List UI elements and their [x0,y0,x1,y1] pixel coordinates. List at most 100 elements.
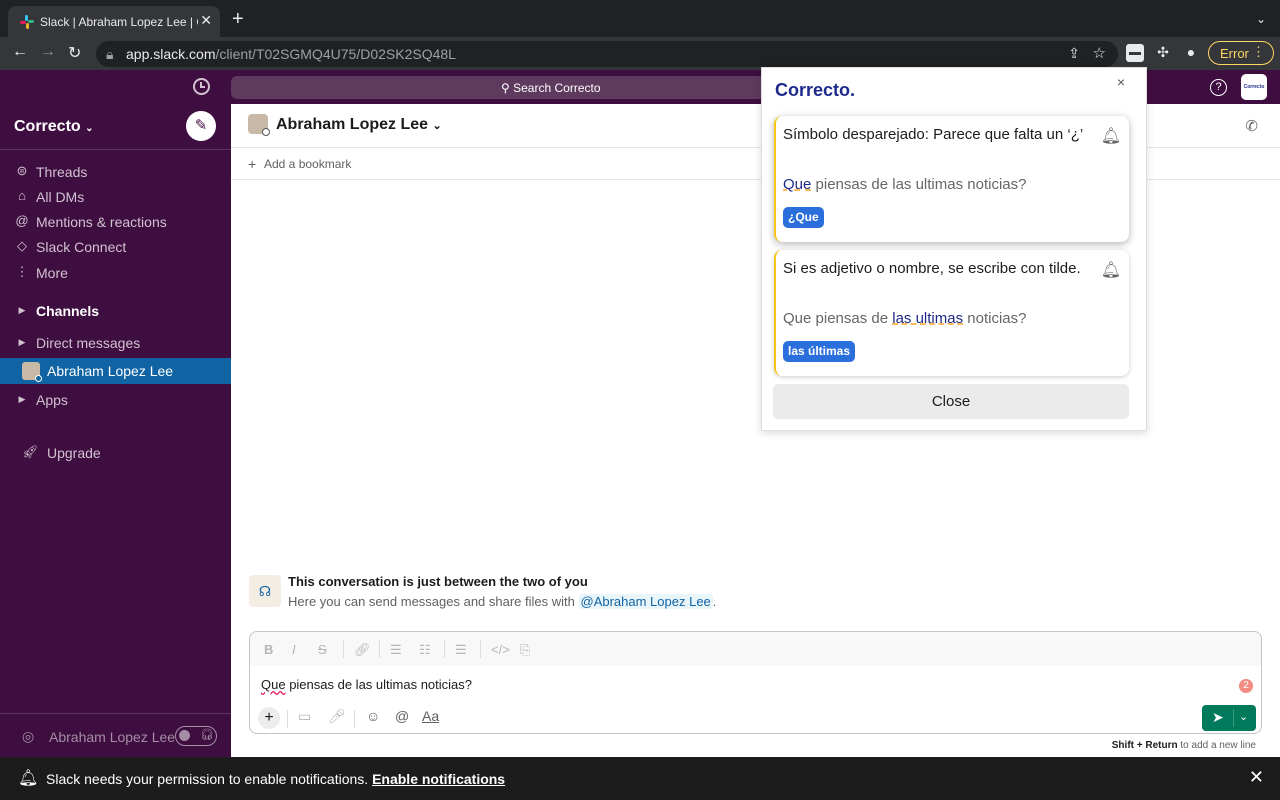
workspace-avatar[interactable]: Correcto [1241,74,1267,100]
notification-banner: 🔔︎ Slack needs your permission to enable… [0,757,1280,800]
tab-search-chevron-icon[interactable]: ⌄ [1256,12,1266,26]
sidebar-item-more[interactable]: ⋮ More [0,261,231,285]
link-icon[interactable]: 🔗︎ [354,642,371,658]
strikethrough-icon[interactable]: S [318,642,327,657]
reload-icon[interactable]: ↻ [68,43,81,63]
more-icon: ⋮ [15,264,29,279]
error-status-button[interactable]: Error ⋮ [1208,41,1274,65]
suggestion-card: Si es adjetivo o nombre, se escribe con … [774,250,1129,376]
notification-text: Slack needs your permission to enable no… [46,771,506,787]
bulleted-list-icon[interactable]: ☷ [419,642,431,658]
sidebar-section-channels[interactable]: ▶ Channels [0,299,231,323]
conversation-intro-text: Here you can send messages and share fil… [288,594,717,609]
caret-right-icon: ▶ [18,394,26,404]
sidebar-item-slack-connect[interactable]: ◇ Slack Connect [0,235,231,259]
close-button[interactable]: Close [773,384,1129,419]
microphone-icon[interactable]: 🎤︎ [328,708,346,725]
tab-title: Slack | Abraham Lopez Lee | Correcto [40,15,198,29]
formatting-toolbar: B I S 🔗︎ ☰ ☷ ☰ </> ⎘ [250,632,1261,666]
bell-icon[interactable]: 🔔︎ [1101,260,1121,280]
enable-notifications-link[interactable]: Enable notifications [372,771,505,787]
sidebar-footer: ◎ Abraham Lopez Lee 🎧︎ [0,713,231,757]
toggle-knob [179,730,190,741]
presence-icon [262,128,270,136]
code-icon[interactable]: </> [491,642,510,657]
caret-right-icon: ▶ [18,305,26,315]
suggestion-title: Símbolo desparejado: Parece que falta un… [783,126,1084,143]
schedule-chevron-icon[interactable]: ⌄ [1239,710,1248,723]
plus-icon: + [248,156,257,172]
close-icon[interactable]: ✕ [1249,767,1264,788]
message-input[interactable]: Que piensas de las ultimas noticias? [261,677,472,692]
caret-down-icon: ▶ [18,337,26,347]
blockquote-icon[interactable]: ☰ [455,642,467,658]
sidebar-item-upgrade[interactable]: 🚀︎ Upgrade [0,441,231,465]
threads-icon: ⊜ [16,163,28,178]
correcto-logo: Correcto. [775,80,856,100]
bell-icon: 🔔︎ [18,770,39,787]
suggestion-context: Que piensas de las ultimas noticias? [783,310,1027,327]
browser-tab-bar: Slack | Abraham Lopez Lee | Correcto ✕ +… [0,0,1280,37]
phone-icon[interactable]: ✆ [1245,117,1258,135]
composer-hint: Shift + Return to add a new line [1111,740,1256,751]
presence-icon [35,375,42,382]
video-clip-icon[interactable]: ▭ [298,708,311,725]
extensions-puzzle-icon[interactable]: ✣ [1154,44,1172,62]
sidebar: Correcto ⌄ ✎ ⊜ Threads ⌂ All DMs @ Menti… [0,104,231,757]
send-button[interactable]: ➤ ⌄ [1202,705,1256,731]
italic-icon[interactable]: I [292,642,296,657]
attach-plus-button[interactable]: + [258,707,280,729]
mention-icon[interactable]: @ [395,708,409,724]
sidebar-item-all-dms[interactable]: ⌂ All DMs [0,185,231,209]
forward-arrow-icon[interactable]: → [40,43,56,61]
correcto-error-count-badge[interactable]: 2 [1239,679,1253,693]
connect-icon: ◇ [17,238,27,253]
browser-tab[interactable]: Slack | Abraham Lopez Lee | Correcto ✕ [8,6,220,37]
apply-suggestion-button[interactable]: ¿Que [783,207,824,228]
slack-logo-icon [20,15,34,29]
mention-icon: @ [15,213,29,228]
divider [0,149,231,150]
close-icon[interactable]: × [1117,74,1125,90]
history-clock-icon[interactable] [193,78,210,95]
suggestion-title: Si es adjetivo o nombre, se escribe con … [783,260,1081,277]
apply-suggestion-button[interactable]: las últimas [783,341,856,362]
huddle-toggle[interactable]: 🎧︎ [175,726,217,746]
sidebar-item-mentions[interactable]: @ Mentions & reactions [0,210,231,234]
address-bar[interactable]: 🔒︎ app.slack.com/client/T02SGMQ4U75/D02S… [96,41,1118,67]
correcto-extension-icon[interactable] [1126,44,1144,62]
sidebar-section-direct-messages[interactable]: ▶ Direct messages [0,331,231,355]
workspace-name[interactable]: Correcto ⌄ [14,118,94,136]
bold-icon[interactable]: B [264,642,273,657]
conversation-intro-icon: ☊ [249,575,281,607]
compose-button[interactable]: ✎ [186,111,216,141]
formatting-toggle-icon[interactable]: Aa [422,708,439,724]
sidebar-item-dm-abraham[interactable]: Abraham Lopez Lee [0,358,231,384]
footer-username: Abraham Lopez Lee [49,729,176,745]
search-placeholder: Search Correcto [513,81,601,95]
bookmark-star-icon[interactable]: ☆ [1093,44,1106,62]
dms-icon: ⌂ [18,188,26,203]
user-mention-link[interactable]: @Abraham Lopez Lee [578,594,713,609]
profile-icon[interactable]: ● [1182,44,1200,62]
back-arrow-icon[interactable]: ← [12,43,28,61]
conversation-intro-title: This conversation is just between the tw… [288,574,588,589]
browser-toolbar: ← → ↻ 🔒︎ app.slack.com/client/T02SGMQ4U7… [0,37,1280,70]
help-icon[interactable]: ? [1210,79,1227,96]
suggestion-card: Símbolo desparejado: Parece que falta un… [774,116,1129,242]
kebab-menu-icon: ⋮ [1252,44,1265,59]
add-bookmark-button[interactable]: Add a bookmark [264,157,351,171]
ordered-list-icon[interactable]: ☰ [390,642,402,658]
send-icon: ➤ [1212,709,1224,725]
new-tab-icon[interactable]: + [232,9,244,29]
emoji-icon[interactable]: ☺ [366,708,380,724]
channel-name-button[interactable]: Abraham Lopez Lee ⌄ [276,116,442,134]
code-block-icon[interactable]: ⎘ [520,642,530,658]
bell-icon[interactable]: 🔔︎ [1101,126,1121,146]
message-composer: B I S 🔗︎ ☰ ☷ ☰ </> ⎘ Que piensas de las … [249,631,1262,734]
sidebar-section-apps[interactable]: ▶ Apps [0,388,231,412]
tab-close-icon[interactable]: ✕ [200,12,212,29]
headphones-icon: 🎧︎ [200,729,214,741]
share-icon[interactable]: ⇪ [1068,45,1080,62]
sidebar-item-threads[interactable]: ⊜ Threads [0,160,231,184]
